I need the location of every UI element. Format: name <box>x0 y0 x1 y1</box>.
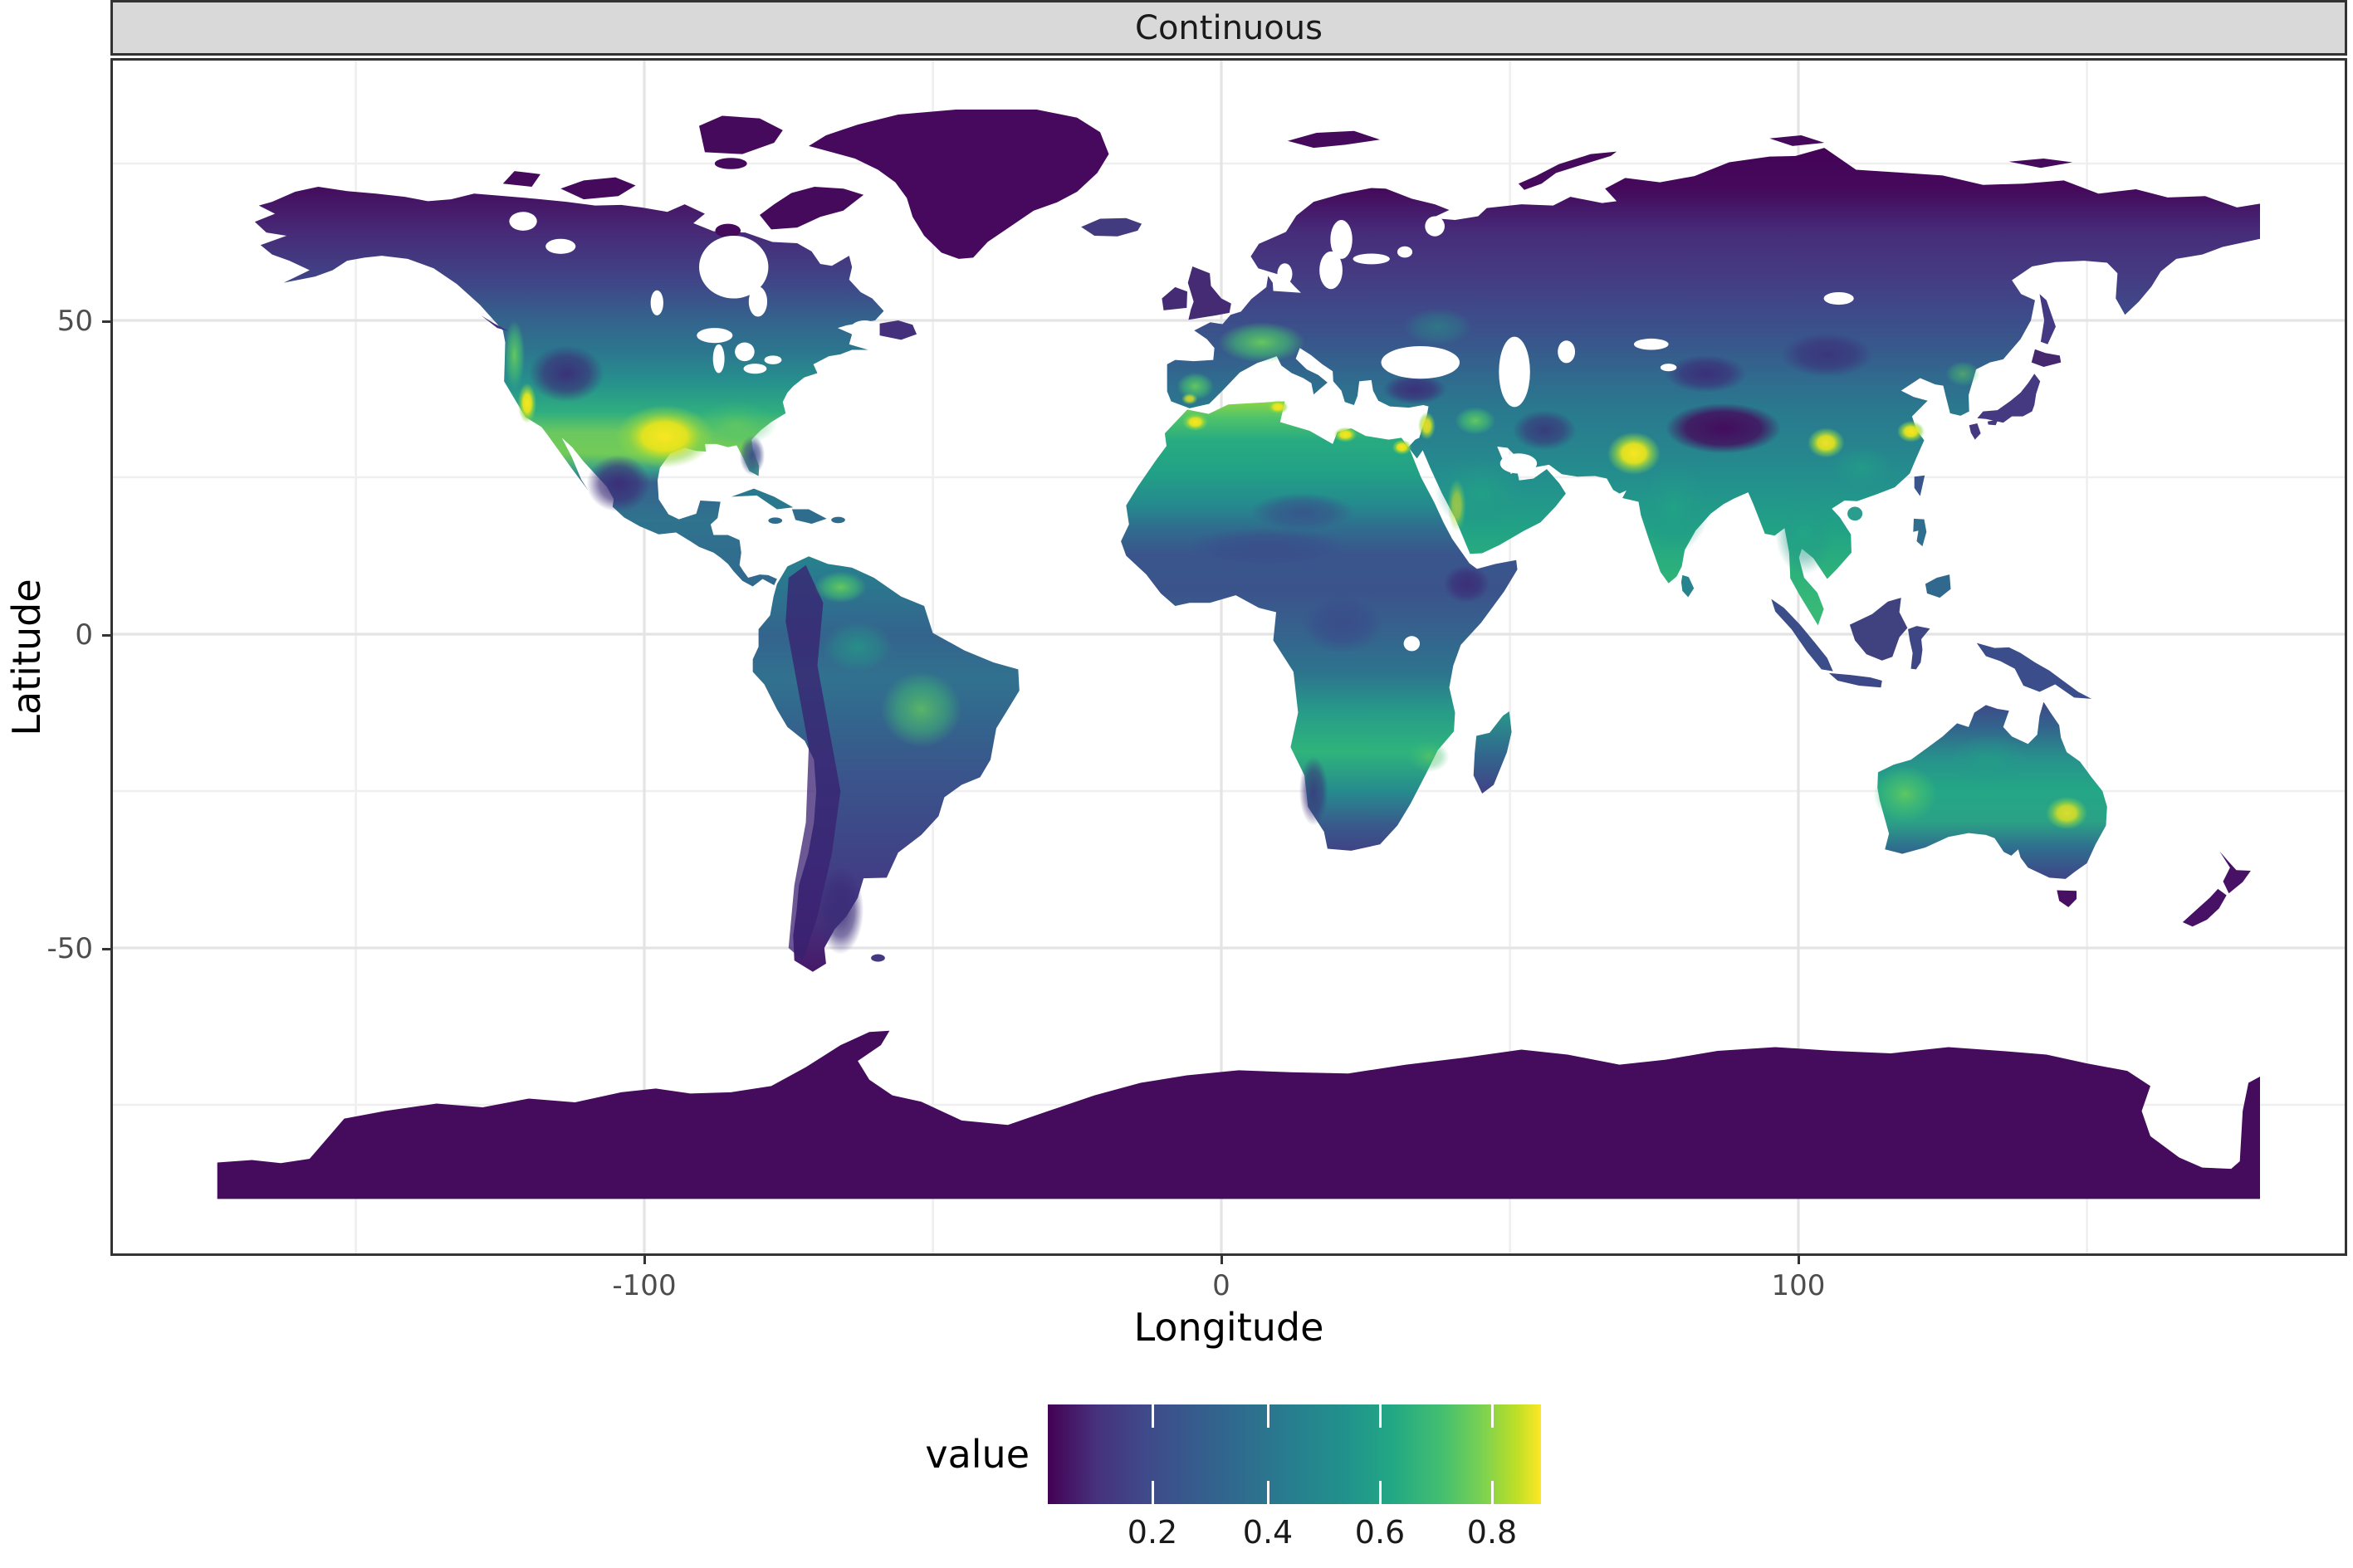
raster-layer <box>217 109 2261 1199</box>
legend-tick-label: 0.6 <box>1354 1514 1406 1551</box>
landmass-sri-lanka <box>1680 574 1695 598</box>
landmass-hokkaido <box>2031 349 2062 367</box>
legend-title: value <box>925 1432 1030 1477</box>
landmass-newfoundland <box>879 320 917 340</box>
legend-tick-label: 0.8 <box>1466 1514 1518 1551</box>
y-tick-label: 50 <box>56 305 93 338</box>
y-tick-label: -50 <box>46 932 93 965</box>
landmass-antarctica <box>217 1030 2261 1199</box>
x-tick-label: 0 <box>1212 1269 1230 1302</box>
legend-tick <box>1267 1404 1269 1428</box>
legend-tick <box>1378 1404 1382 1428</box>
legend-tick <box>1490 1404 1494 1428</box>
y-axis-title: Latitude <box>4 579 49 736</box>
landmass-honshu <box>1977 374 2041 423</box>
legend-tick <box>1151 1404 1154 1428</box>
world-map <box>110 58 2347 1256</box>
landmass-luzon <box>1913 518 1927 547</box>
legend-tick <box>1378 1481 1382 1504</box>
legend-tick-label: 0.4 <box>1242 1514 1294 1551</box>
landmass-sulawesi <box>1908 626 1930 670</box>
landmass-cuba <box>731 488 794 510</box>
landmass-new-zealand-south <box>2182 888 2227 927</box>
landmass-ireland <box>1162 286 1187 310</box>
landmass-hispaniola <box>791 509 827 524</box>
legend-tick <box>1490 1481 1494 1504</box>
landmass-tasmania <box>2057 890 2077 907</box>
x-tick-mark <box>643 1256 646 1264</box>
landmass-iceland <box>1081 217 1142 237</box>
legend-colorbar <box>1048 1404 1541 1504</box>
facet-strip: Continuous <box>110 0 2347 56</box>
y-tick-mark <box>102 320 110 323</box>
map-panel <box>110 58 2347 1256</box>
legend-tick-label: 0.2 <box>1127 1514 1178 1551</box>
x-tick-mark <box>1220 1256 1223 1264</box>
y-tick-mark <box>102 633 110 637</box>
legend-tick <box>1151 1481 1154 1504</box>
landmass-great-britain <box>1187 266 1231 320</box>
legend-tick <box>1267 1481 1269 1504</box>
landmass-new-guinea <box>1976 642 2092 699</box>
facet-strip-title: Continuous <box>1135 8 1323 47</box>
landmass-mindanao <box>1925 574 1951 598</box>
landmass-hainan <box>1847 506 1863 521</box>
landmass-borneo <box>1849 598 1908 661</box>
landmass-taiwan <box>1914 475 1925 496</box>
landmass-new-zealand-north <box>2219 851 2251 894</box>
y-tick-mark <box>102 947 110 950</box>
landmass-madagascar <box>1473 711 1512 794</box>
x-tick-label: 100 <box>1771 1269 1826 1302</box>
landmass-greenland <box>809 109 1109 259</box>
x-tick-label: -100 <box>612 1269 677 1302</box>
landmass-java <box>1828 672 1882 688</box>
x-tick-mark <box>1797 1256 1800 1264</box>
figure: Continuous 50 0 -50 -100 0 100 Longitude… <box>0 0 2353 1568</box>
x-axis-title: Longitude <box>1133 1305 1324 1350</box>
